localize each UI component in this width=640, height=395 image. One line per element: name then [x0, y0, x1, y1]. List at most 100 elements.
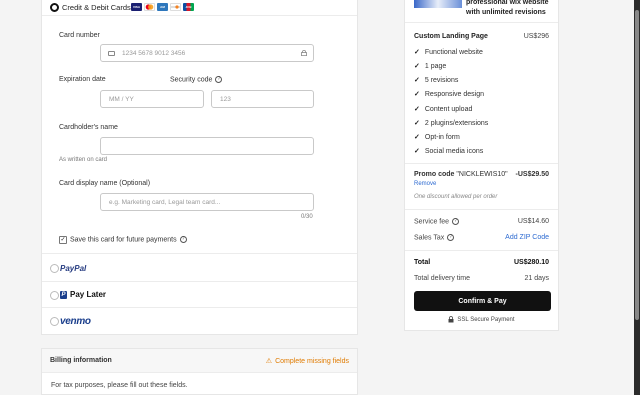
feature-item: ✓ Content upload — [414, 105, 473, 114]
credit-card-radio[interactable] — [50, 3, 59, 12]
promo-discount: -US$29.50 — [515, 171, 549, 178]
scrollbar-thumb[interactable] — [635, 10, 639, 320]
confirm-pay-button[interactable]: Confirm & Pay — [414, 291, 551, 311]
feature-item: ✓ Social media icons — [414, 147, 484, 156]
display-name-input[interactable]: e.g. Marketing card, Legal team card... — [100, 193, 314, 211]
check-icon: ✓ — [414, 77, 420, 84]
mastercard-icon — [144, 3, 155, 11]
save-card-checkbox[interactable]: ✓ — [59, 236, 67, 244]
delivery-time-value: 21 days — [524, 275, 549, 282]
feature-label: Social media icons — [424, 147, 484, 155]
jcb-icon: JCB — [183, 3, 194, 11]
display-name-label: Card display name (Optional) — [59, 180, 151, 187]
feature-item: ✓ 5 revisions — [414, 76, 458, 85]
divider — [405, 250, 558, 251]
warning-icon: ⚠ — [265, 358, 273, 365]
divider — [405, 209, 558, 210]
service-fee-label: Service fee? — [414, 218, 460, 226]
check-icon: ✓ — [414, 91, 420, 98]
feature-label: Responsive design — [424, 90, 485, 98]
feature-item: ✓ Responsive design — [414, 90, 485, 99]
paypal-option[interactable]: PayPal — [42, 255, 357, 282]
order-summary-panel: professional wix website with unlimited … — [404, 0, 559, 331]
display-name-placeholder: e.g. Marketing card, Legal team card... — [109, 198, 221, 206]
check-icon: ✓ — [414, 120, 420, 127]
check-icon: ✓ — [414, 134, 420, 141]
remove-promo-link[interactable]: Remove — [414, 181, 436, 187]
help-icon[interactable]: ? — [447, 234, 455, 241]
check-icon: ✓ — [414, 49, 420, 56]
ssl-label: SSL Secure Payment — [457, 316, 515, 323]
amex-icon: AM — [157, 3, 168, 11]
feature-label: 2 plugins/extensions — [424, 119, 489, 127]
card-number-label: Card number — [59, 32, 100, 39]
check-icon: ✓ — [414, 148, 420, 155]
expiration-placeholder: MM / YY — [109, 95, 134, 103]
paypal-logo: PayPal — [60, 264, 87, 273]
billing-title: Billing information — [50, 357, 112, 364]
save-card-text: Save this card for future payments — [70, 236, 177, 244]
promo-code-value: "NICKLEWIS10" — [456, 171, 508, 178]
ssl-secure-note: SSL Secure Payment — [405, 316, 558, 323]
feature-label: 1 page — [424, 62, 447, 70]
promo-prefix: Promo code — [414, 171, 455, 178]
help-icon[interactable]: ? — [215, 76, 223, 83]
cardholder-input[interactable] — [100, 137, 314, 155]
check-icon: ✓ — [414, 63, 420, 70]
total-label: Total — [414, 259, 431, 266]
sales-tax-text: Sales Tax — [414, 234, 445, 242]
security-code-placeholder: 123 — [220, 95, 231, 103]
add-zip-link[interactable]: Add ZIP Code — [505, 234, 549, 241]
promo-code-label: Promo code "NICKLEWIS10" — [414, 171, 508, 178]
discover-icon — [170, 3, 181, 11]
security-code-input[interactable]: 123 — [211, 90, 314, 108]
billing-section: Billing information ⚠ Complete missing f… — [41, 348, 358, 395]
feature-item: ✓ Functional website — [414, 48, 483, 57]
service-fee-text: Service fee — [414, 218, 450, 226]
security-code-label: Security code? — [170, 76, 223, 84]
card-brand-logos: VISA AM JCB — [131, 3, 194, 11]
pay-later-radio[interactable] — [50, 291, 59, 300]
credit-card-option[interactable]: Credit & Debit Cards VISA AM JCB — [42, 0, 357, 16]
pay-later-option[interactable]: P Pay Later — [42, 282, 357, 308]
help-icon[interactable]: ? — [452, 218, 460, 225]
pay-later-label: Pay Later — [70, 290, 107, 299]
expiration-input[interactable]: MM / YY — [100, 90, 204, 108]
paypal-radio[interactable] — [50, 264, 59, 273]
billing-header[interactable]: Billing information ⚠ Complete missing f… — [42, 349, 357, 373]
payment-methods-panel: Credit & Debit Cards VISA AM JCB Card nu… — [41, 0, 358, 335]
cardholder-label: Cardholder's name — [59, 124, 118, 131]
package-price: US$296 — [523, 33, 549, 40]
feature-label: Content upload — [424, 105, 473, 113]
feature-item: ✓ Opt-in form — [414, 133, 460, 142]
page-scrollbar[interactable] — [634, 0, 640, 395]
security-code-text: Security code — [170, 76, 213, 84]
total-value: US$280.10 — [513, 259, 549, 266]
feature-label: Opt-in form — [424, 133, 460, 141]
venmo-radio[interactable] — [50, 317, 59, 326]
credit-card-label: Credit & Debit Cards — [62, 3, 131, 12]
paypal-p-icon: P — [60, 290, 67, 299]
delivery-time-label: Total delivery time — [414, 275, 471, 282]
save-card-label: Save this card for future payments? — [70, 236, 187, 243]
card-number-input[interactable]: 1234 5678 9012 3456 — [100, 44, 314, 62]
billing-description: For tax purposes, please fill out these … — [51, 382, 188, 389]
package-name: Custom Landing Page — [414, 33, 488, 40]
discount-note: One discount allowed per order — [414, 194, 498, 200]
billing-warning: ⚠ Complete missing fields — [265, 357, 349, 366]
feature-item: ✓ 1 page — [414, 62, 447, 71]
display-name-counter: 0/30 — [301, 214, 313, 220]
gig-thumbnail — [414, 0, 462, 8]
visa-icon: VISA — [131, 3, 142, 11]
help-icon[interactable]: ? — [179, 236, 187, 243]
cardholder-hint: As written on card — [59, 157, 108, 163]
pay-later-logo: P Pay Later — [60, 290, 106, 299]
service-fee-value: US$14.60 — [517, 218, 549, 225]
feature-item: ✓ 2 plugins/extensions — [414, 119, 489, 128]
gig-title: professional wix website with unlimited … — [466, 0, 549, 16]
credit-card-form: Card number 1234 5678 9012 3456 Expirati… — [42, 17, 357, 254]
expiration-label: Expiration date — [59, 76, 106, 83]
venmo-option[interactable]: venmo — [42, 308, 357, 335]
billing-warning-text: Complete missing fields — [275, 357, 349, 365]
card-icon — [108, 51, 115, 56]
